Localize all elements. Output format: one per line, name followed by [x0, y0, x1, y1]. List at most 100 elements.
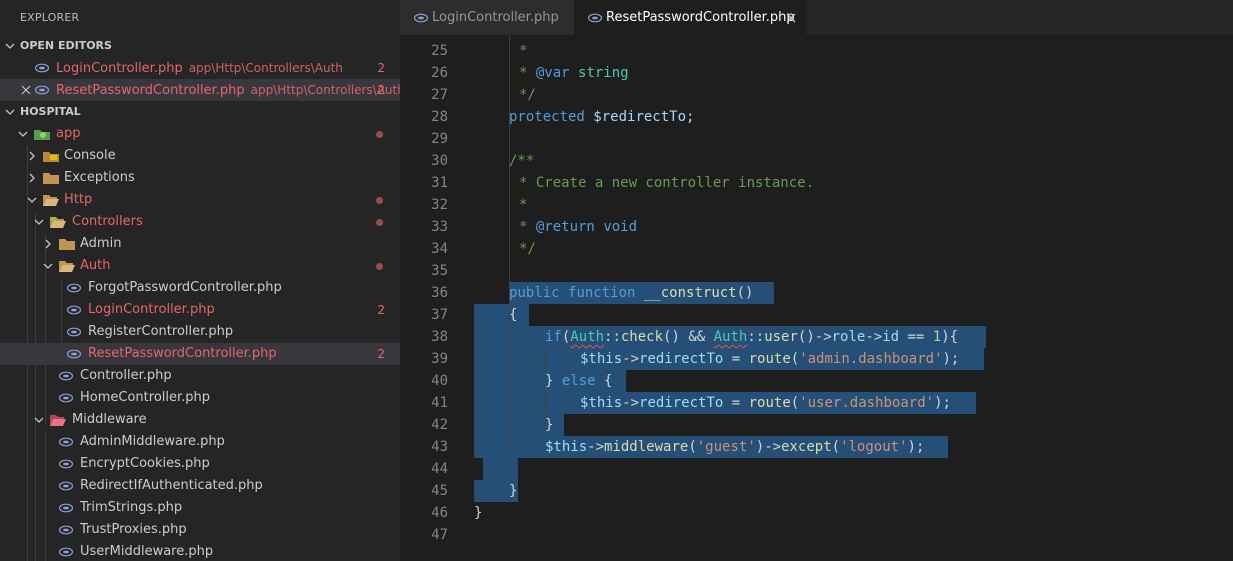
line-number: 47	[431, 527, 448, 543]
tree-folder-auth[interactable]: Auth	[0, 255, 400, 277]
tree-file-home[interactable]: HomeController.php	[0, 387, 400, 409]
tree-folder-console[interactable]: Console	[0, 145, 400, 167]
open-editor-item-reset[interactable]: ResetPasswordController.php app\Http\Cont…	[0, 79, 400, 101]
code-token: redirectTo	[639, 351, 724, 367]
tree-file-user-middleware[interactable]: UserMiddleware.php	[0, 541, 400, 561]
code-line-45: }	[509, 483, 518, 499]
tree-file-encrypt-cookies[interactable]: EncryptCookies.php	[0, 453, 400, 475]
vscode-window: EXPLORER OPEN EDITORS LoginController.ph…	[0, 0, 1233, 561]
tree-label: Exceptions	[64, 170, 135, 185]
close-icon[interactable]	[786, 0, 796, 35]
tree-folder-app[interactable]: app	[0, 123, 400, 145]
tree-label: Middleware	[72, 412, 147, 427]
tree-label: EncryptCookies.php	[80, 456, 210, 471]
tree-folder-http[interactable]: Http	[0, 189, 400, 211]
tree-folder-exceptions[interactable]: Exceptions	[0, 167, 400, 189]
code-line-41: $this->redirectTo = route('user.dashboar…	[580, 395, 951, 411]
code-line-26: * @var string	[519, 65, 629, 81]
code-token: middleware	[604, 439, 689, 455]
line-number: 34	[431, 241, 448, 257]
code-line-46: }	[474, 505, 483, 521]
tree-label: Http	[64, 192, 93, 207]
tree-file-admin-middleware[interactable]: AdminMiddleware.php	[0, 431, 400, 453]
line-number: 37	[431, 307, 448, 323]
selection-highlight	[483, 458, 518, 480]
tree-label: ForgotPasswordController.php	[88, 280, 282, 295]
code-token: check	[620, 329, 664, 345]
tree-file-register[interactable]: RegisterController.php	[0, 321, 400, 343]
tree-label: RedirectIfAuthenticated.php	[80, 478, 263, 493]
tree-file-trust-proxies[interactable]: TrustProxies.php	[0, 519, 400, 541]
code-token: 'admin.dashboard'	[799, 351, 943, 367]
open-editor-path: app\Http\Controllers\Auth	[188, 61, 343, 75]
tree-file-redirect[interactable]: RedirectIfAuthenticated.php	[0, 475, 400, 497]
chevron-right-icon	[26, 167, 38, 189]
modified-dot	[376, 263, 383, 270]
php-file-icon	[58, 519, 74, 541]
problems-badge: 2	[377, 83, 385, 97]
editor-tab-bar: LoginController.php ResetPasswordControl…	[400, 0, 1233, 35]
tree-file-trim-strings[interactable]: TrimStrings.php	[0, 497, 400, 519]
line-number: 38	[431, 329, 448, 345]
chevron-down-icon	[17, 123, 29, 145]
close-icon[interactable]	[20, 79, 32, 101]
php-file-icon	[66, 321, 82, 343]
php-file-icon	[58, 497, 74, 519]
php-file-icon	[34, 57, 50, 79]
tree-label: Auth	[80, 258, 111, 273]
line-number: 36	[431, 285, 448, 301]
code-line-33: * @return void	[519, 219, 638, 235]
tree-file-controller[interactable]: Controller.php	[0, 365, 400, 387]
code-line-38: if(Auth::check() && Auth::user()->role->…	[545, 329, 959, 345]
line-number: 43	[431, 439, 448, 455]
php-file-icon	[414, 0, 428, 35]
app-folder-icon	[34, 123, 50, 145]
open-editors-section[interactable]: OPEN EDITORS	[0, 35, 400, 57]
code-line-30: /**	[509, 153, 535, 169]
tree-label: RegisterController.php	[88, 324, 234, 339]
tree-folder-controllers[interactable]: Controllers	[0, 211, 400, 233]
code-line-42: }	[545, 417, 554, 433]
code-token: public	[509, 285, 560, 301]
chevron-down-icon	[4, 101, 16, 123]
code-editor[interactable]: 25 26 27 28 29 30 31 32 33 34 35 36 37 3…	[400, 35, 1233, 561]
tree-file-login[interactable]: LoginController.php 2	[0, 299, 400, 321]
tree-folder-middleware[interactable]: Middleware	[0, 409, 400, 431]
tree-label: LoginController.php	[88, 302, 215, 317]
tree-file-reset[interactable]: ResetPasswordController.php 2	[0, 343, 400, 365]
tree-label: ResetPasswordController.php	[88, 346, 277, 361]
code-token: redirectTo	[639, 395, 724, 411]
code-token: $this	[545, 439, 588, 455]
controllers-folder-icon	[50, 211, 66, 233]
tab-login-controller[interactable]: LoginController.php	[400, 0, 574, 35]
line-number: 26	[431, 65, 448, 81]
code-token: $redirectTo	[593, 109, 687, 125]
line-number: 39	[431, 351, 448, 367]
folder-icon	[43, 167, 59, 189]
code-token: except	[781, 439, 832, 455]
tree-file-forgot[interactable]: ForgotPasswordController.php	[0, 277, 400, 299]
line-number: 30	[431, 153, 448, 169]
project-section[interactable]: HOSPITAL	[0, 101, 400, 123]
code-line-40: } else {	[545, 373, 613, 389]
chevron-down-icon	[42, 255, 54, 277]
line-number: 32	[431, 197, 448, 213]
php-file-icon	[58, 475, 74, 497]
chevron-right-icon	[42, 233, 54, 255]
code-line-25: *	[519, 43, 528, 59]
open-editor-name: ResetPasswordController.php	[56, 83, 245, 98]
explorer-title: EXPLORER	[20, 11, 80, 24]
code-token: if	[545, 329, 562, 345]
code-token: 1	[932, 329, 942, 345]
tab-reset-password-controller[interactable]: ResetPasswordController.php	[574, 0, 806, 35]
open-editor-item-login[interactable]: LoginController.php app\Http\Controllers\…	[0, 57, 400, 79]
line-number: 46	[431, 505, 448, 521]
selection-highlight	[474, 304, 529, 326]
line-number: 27	[431, 87, 448, 103]
code-token: 'guest'	[696, 439, 756, 455]
tree-label: Controllers	[72, 214, 143, 229]
tree-folder-admin[interactable]: Admin	[0, 233, 400, 255]
chevron-down-icon	[33, 409, 45, 431]
php-file-icon	[58, 453, 74, 475]
code-line-31: * Create a new controller instance.	[519, 175, 815, 191]
